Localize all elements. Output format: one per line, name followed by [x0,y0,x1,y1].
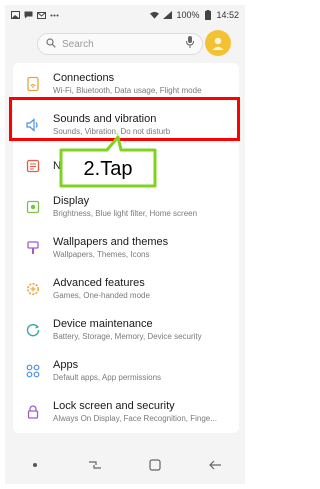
settings-item-apps[interactable]: Apps Default apps, App permissions [13,350,239,391]
settings-item-title: Advanced features [53,277,145,289]
settings-item-title: Device maintenance [53,318,153,330]
navigation-bar [5,446,245,484]
dot-icon[interactable] [20,455,50,475]
recents-icon[interactable] [80,455,110,475]
settings-item-subtitle: Default apps, App permissions [53,373,162,382]
settings-item-wallpapers-and-themes[interactable]: Wallpapers and themes Wallpapers, Themes… [13,227,239,268]
gear-plus-icon [13,281,53,297]
apps-grid-icon [13,363,53,379]
settings-item-advanced-features[interactable]: Advanced features Games, One-handed mode [13,268,239,309]
settings-item-subtitle: Wallpapers, Themes, Icons [53,250,150,259]
back-icon[interactable] [200,455,230,475]
settings-item-title: Lock screen and security [53,400,175,412]
maintenance-icon [13,322,53,338]
settings-item-subtitle: Always On Display, Face Recognition, Fin… [53,414,217,423]
settings-item-title: Apps [53,359,79,371]
callout-label: 2.Tap [83,157,133,180]
settings-item-device-maintenance[interactable]: Device maintenance Battery, Storage, Mem… [13,309,239,350]
settings-item-subtitle: Games, One-handed mode [53,291,150,300]
settings-item-subtitle: Battery, Storage, Memory, Device securit… [53,332,202,341]
lock-icon [13,404,53,420]
phone-screen: 100% 14:52 Search Connections Wi-Fi, Blu… [5,5,245,484]
settings-item-lock-screen-and-security[interactable]: Lock screen and security Always On Displ… [13,391,239,432]
paintbrush-icon [13,240,53,256]
home-icon[interactable] [140,455,170,475]
settings-item-title: Wallpapers and themes [53,236,169,248]
settings-item-subtitle: Brightness, Blue light filter, Home scre… [53,209,198,218]
